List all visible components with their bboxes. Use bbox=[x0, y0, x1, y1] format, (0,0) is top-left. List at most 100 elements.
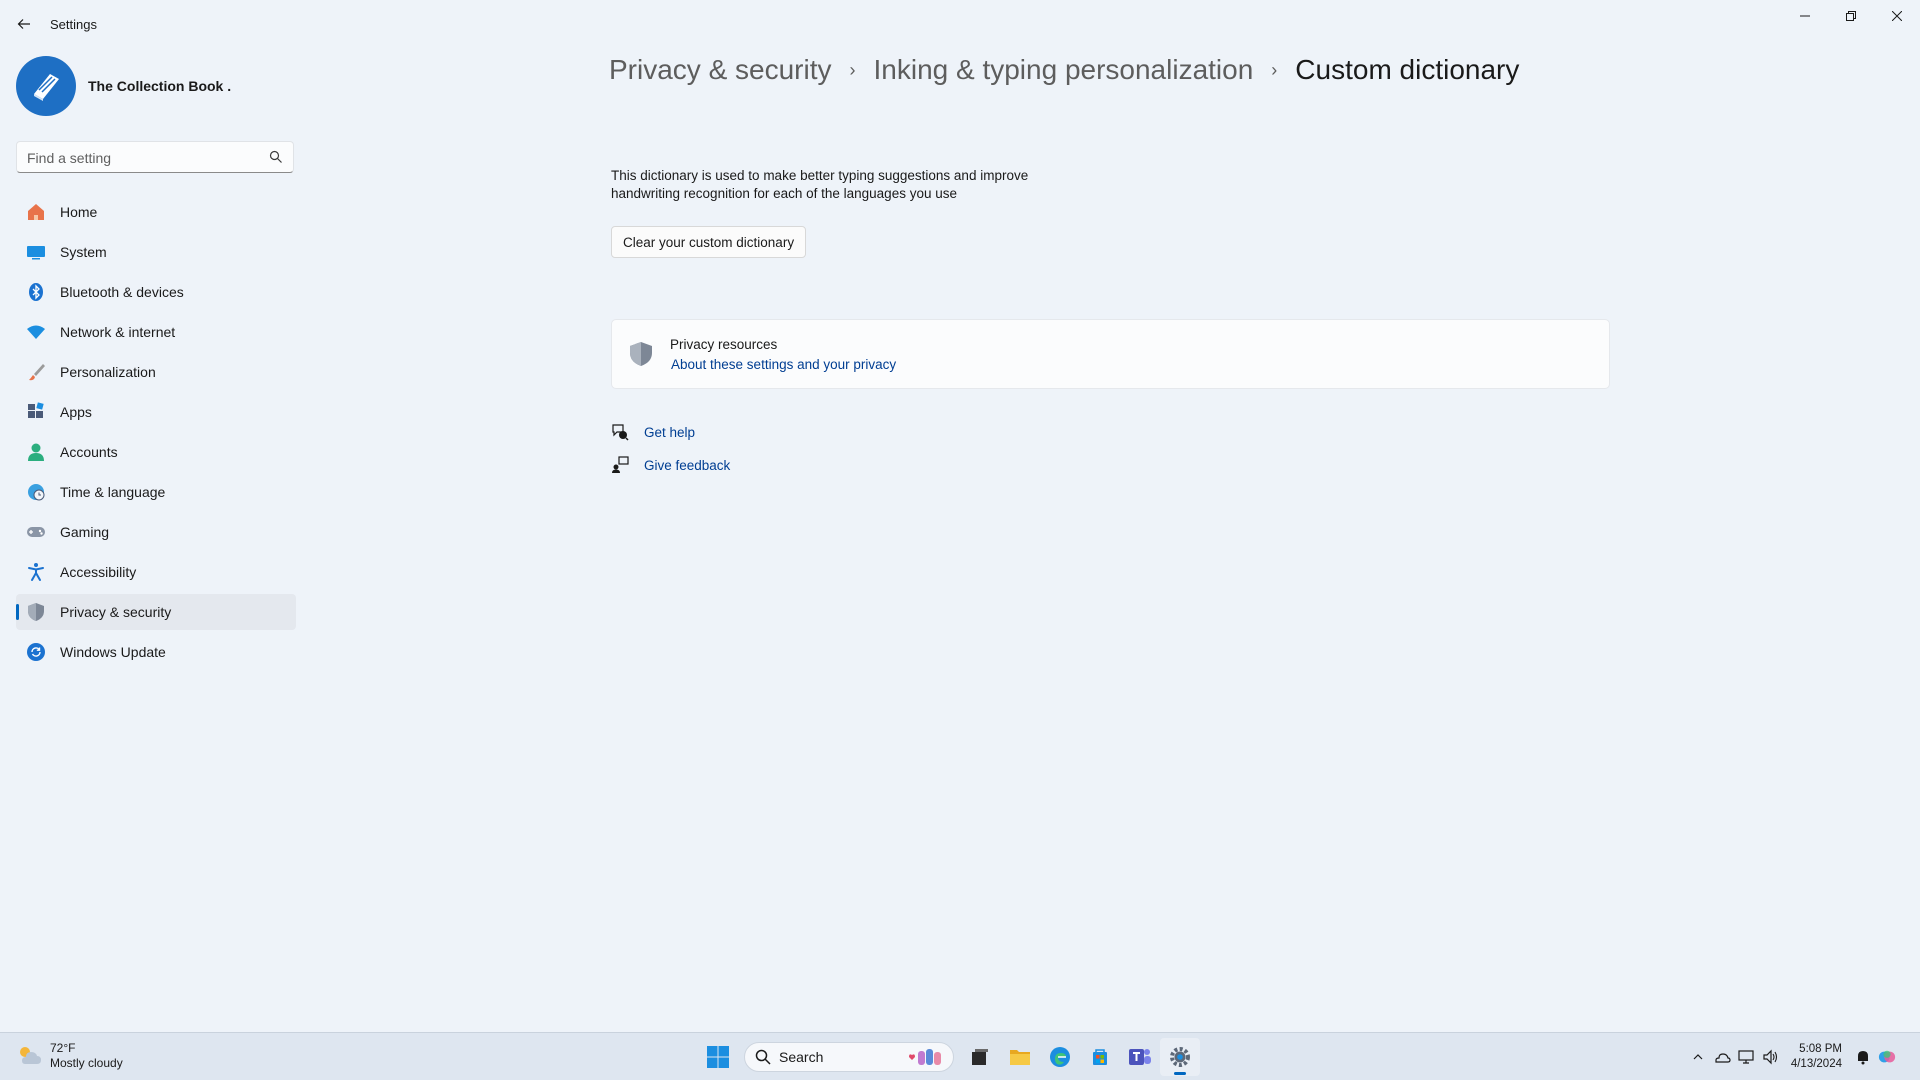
taskbar-search[interactable]: Search bbox=[744, 1042, 954, 1072]
store-icon bbox=[1093, 1049, 1107, 1065]
bluetooth-icon bbox=[26, 282, 46, 302]
sidebar-item-system[interactable]: System bbox=[16, 234, 296, 270]
sidebar-nav: Home System Bluetooth & devices Network … bbox=[16, 194, 296, 674]
sidebar-item-gaming[interactable]: Gaming bbox=[16, 514, 296, 550]
book-icon bbox=[34, 74, 59, 101]
task-view-button[interactable] bbox=[960, 1038, 1000, 1076]
clock-date: 4/13/2024 bbox=[1790, 1058, 1842, 1070]
file-explorer-icon bbox=[1010, 1050, 1030, 1065]
sidebar-item-label: Network & internet bbox=[60, 324, 176, 340]
taskbar-apps: Search bbox=[698, 1038, 1200, 1076]
sidebar-item-home[interactable]: Home bbox=[16, 194, 296, 230]
search-box bbox=[16, 141, 294, 174]
close-button[interactable] bbox=[1874, 0, 1920, 32]
app-title: Settings bbox=[50, 17, 97, 32]
taskbar: 72°F Mostly cloudy Search 5:08 PM 4/13/2… bbox=[0, 1032, 1920, 1080]
sidebar-item-accessibility[interactable]: Accessibility bbox=[16, 554, 296, 590]
clear-dictionary-button[interactable]: Clear your custom dictionary bbox=[611, 226, 807, 258]
sidebar-item-personalization[interactable]: Personalization bbox=[16, 354, 296, 390]
sidebar-item-label: Personalization bbox=[60, 364, 156, 380]
breadcrumb: Privacy & security › Inking & typing per… bbox=[609, 54, 1519, 86]
home-icon bbox=[26, 202, 46, 222]
close-icon bbox=[1892, 11, 1902, 21]
get-help-link[interactable]: Get help bbox=[644, 425, 695, 440]
taskbar-search-label: Search bbox=[779, 1049, 824, 1065]
sidebar-item-label: Accounts bbox=[60, 444, 118, 460]
sidebar-item-windows-update[interactable]: Windows Update bbox=[16, 634, 296, 670]
feedback-icon bbox=[611, 456, 629, 474]
edge-button[interactable] bbox=[1040, 1038, 1080, 1076]
settings-taskbar-button[interactable] bbox=[1160, 1038, 1200, 1076]
accessibility-icon bbox=[26, 562, 46, 582]
file-explorer-button[interactable] bbox=[1000, 1038, 1040, 1076]
apps-icon bbox=[26, 402, 46, 422]
minimize-icon bbox=[1800, 15, 1810, 17]
back-button[interactable] bbox=[12, 12, 36, 36]
edge-icon bbox=[1050, 1047, 1070, 1067]
store-button[interactable] bbox=[1080, 1038, 1120, 1076]
privacy-resources-card: Privacy resources About these settings a… bbox=[611, 319, 1610, 389]
sidebar-item-label: Time & language bbox=[60, 484, 166, 500]
sidebar-item-network[interactable]: Network & internet bbox=[16, 314, 296, 350]
shield-icon bbox=[630, 342, 652, 366]
taskbar-clock[interactable]: 5:08 PM 4/13/2024 bbox=[1791, 1042, 1842, 1072]
sidebar-item-label: Home bbox=[60, 204, 98, 220]
copilot-icon[interactable] bbox=[1878, 1048, 1896, 1066]
restore-icon bbox=[1846, 11, 1856, 21]
teams-button[interactable] bbox=[1120, 1038, 1160, 1076]
chevron-right-icon: › bbox=[849, 59, 856, 80]
wifi-icon bbox=[26, 322, 46, 342]
profile-name: The Collection Book . bbox=[88, 78, 232, 94]
privacy-settings-link[interactable]: About these settings and your privacy bbox=[671, 357, 896, 372]
sidebar-item-accounts[interactable]: Accounts bbox=[16, 434, 296, 470]
system-tray: 5:08 PM 4/13/2024 bbox=[1683, 1039, 1896, 1075]
breadcrumb-privacy-security[interactable]: Privacy & security bbox=[609, 54, 832, 86]
search-icon bbox=[755, 1049, 771, 1065]
dictionary-description: This dictionary is used to make better t… bbox=[611, 167, 1081, 203]
restore-button[interactable] bbox=[1828, 0, 1874, 32]
globe-clock-icon bbox=[26, 482, 46, 502]
shield-icon bbox=[26, 602, 46, 622]
breadcrumb-inking-typing[interactable]: Inking & typing personalization bbox=[874, 54, 1254, 86]
sidebar-item-label: Gaming bbox=[60, 524, 110, 540]
network-icon[interactable] bbox=[1737, 1048, 1755, 1066]
minimize-button[interactable] bbox=[1782, 0, 1828, 32]
brush-icon bbox=[26, 362, 46, 382]
search-input[interactable] bbox=[17, 142, 259, 174]
start-icon bbox=[707, 1046, 729, 1068]
sidebar-item-label: Windows Update bbox=[60, 644, 166, 660]
sidebar-item-label: System bbox=[60, 244, 107, 260]
notification-bell-icon[interactable] bbox=[1854, 1048, 1872, 1066]
cloudy-weather-icon bbox=[20, 1047, 41, 1064]
give-feedback-link[interactable]: Give feedback bbox=[644, 458, 730, 473]
sidebar-item-time-language[interactable]: Time & language bbox=[16, 474, 296, 510]
give-feedback-row: Give feedback bbox=[611, 456, 730, 474]
help-chat-icon bbox=[611, 423, 629, 441]
volume-icon[interactable] bbox=[1761, 1048, 1779, 1066]
user-profile[interactable]: The Collection Book . bbox=[16, 56, 231, 116]
weather-widget[interactable]: 72°F Mostly cloudy bbox=[16, 1041, 123, 1071]
title-bar: Settings bbox=[0, 0, 1920, 48]
sidebar-item-label: Privacy & security bbox=[60, 604, 172, 620]
person-icon bbox=[26, 442, 46, 462]
sidebar-item-apps[interactable]: Apps bbox=[16, 394, 296, 430]
chevron-right-icon: › bbox=[1271, 59, 1278, 80]
clock-time: 5:08 PM bbox=[1799, 1043, 1842, 1055]
monitor-icon bbox=[26, 242, 46, 262]
avatar bbox=[16, 56, 76, 116]
gamepad-icon bbox=[26, 522, 46, 542]
chevron-up-icon[interactable] bbox=[1689, 1048, 1707, 1066]
description-line: This dictionary is used to make better t… bbox=[611, 168, 1029, 183]
sidebar-item-privacy-security[interactable]: Privacy & security bbox=[16, 594, 296, 630]
task-view-icon bbox=[972, 1049, 988, 1065]
sidebar-item-bluetooth[interactable]: Bluetooth & devices bbox=[16, 274, 296, 310]
start-button[interactable] bbox=[698, 1038, 738, 1076]
search-highlight-icon bbox=[909, 1049, 941, 1065]
search-icon[interactable] bbox=[269, 150, 283, 164]
sidebar-item-label: Apps bbox=[60, 404, 92, 420]
settings-icon bbox=[1170, 1047, 1190, 1067]
onedrive-icon[interactable] bbox=[1713, 1048, 1731, 1066]
sidebar-item-label: Bluetooth & devices bbox=[60, 284, 184, 300]
teams-icon bbox=[1129, 1049, 1151, 1065]
weather-condition: Mostly cloudy bbox=[50, 1056, 123, 1070]
